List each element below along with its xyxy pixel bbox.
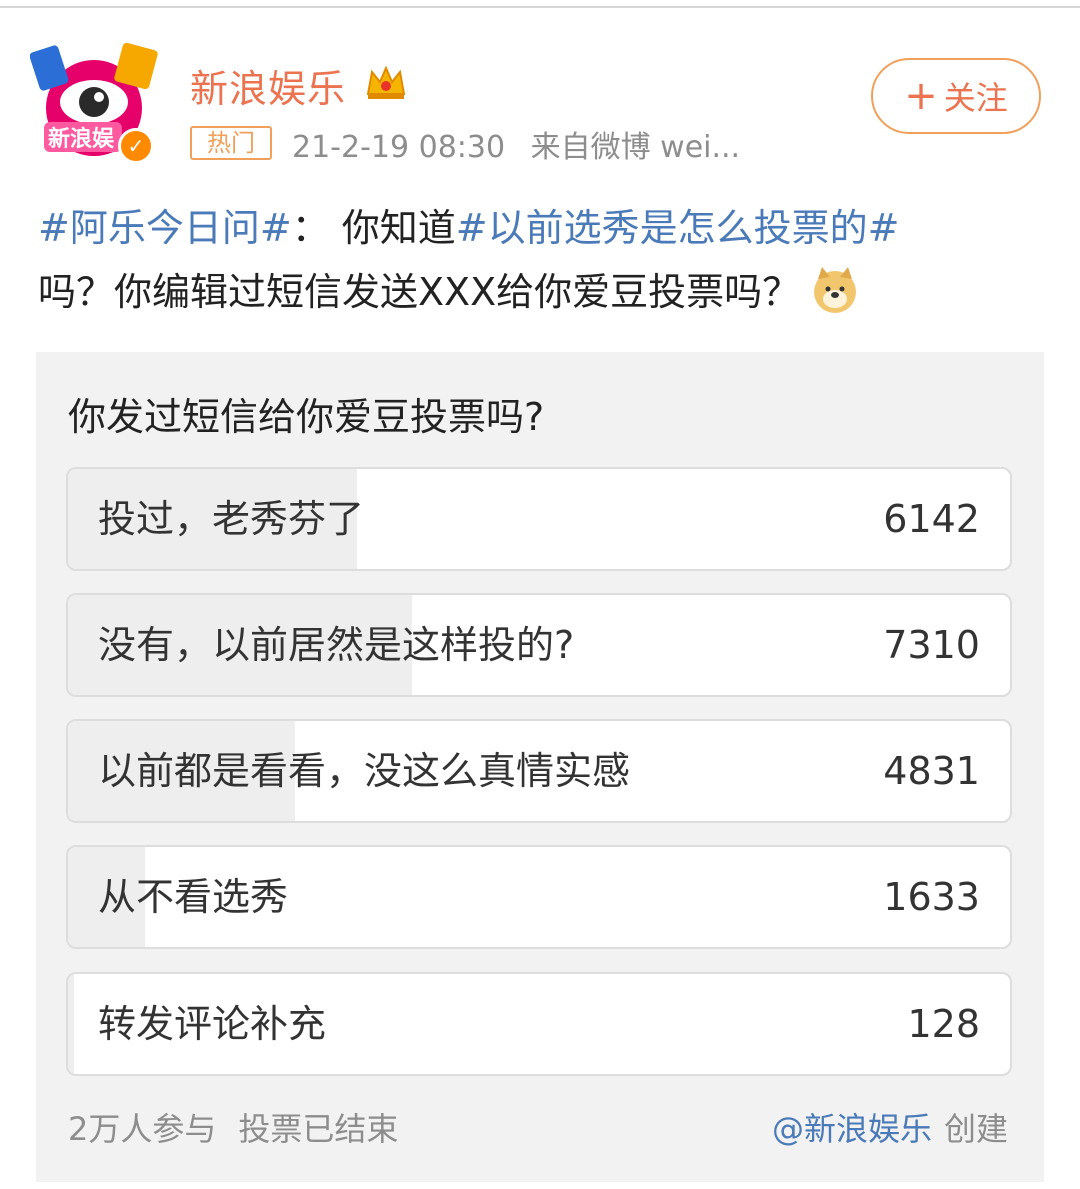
poll-title: 你发过短信给你爱豆投票吗? [68,395,545,439]
username[interactable]: 新浪娱乐 [190,58,346,113]
post-text: #阿乐今日问#： 你知道#以前选秀是怎么投票的# 吗？你编辑过短信发送XXX给你… [38,196,1048,324]
poll-option[interactable]: 没有，以前居然是这样投的? 7310 [66,593,1012,697]
follow-button[interactable]: + 关注 [871,58,1041,134]
post-text-segment: 吗？你编辑过短信发送XXX给你爱豆投票吗？ [38,270,801,314]
poll-status: 投票已结束 [238,1110,399,1148]
poll-option-label: 从不看选秀 [98,875,289,919]
verified-badge-icon: ✓ [118,128,154,164]
hashtag-link[interactable]: #以前选秀是怎么投票的# [456,206,900,250]
created-label: 创建 [943,1110,1008,1148]
poll-option-count: 128 [907,1002,980,1046]
poll-option[interactable]: 转发评论补充 128 [66,972,1012,1076]
poll-option-count: 1633 [883,875,980,919]
poll-option-label: 转发评论补充 [98,1002,327,1046]
crown-icon [366,65,406,99]
plus-icon: + [904,73,938,119]
poll-option-label: 投过，老秀芬了 [98,497,365,541]
poll-footer-stats: 2万人参与 投票已结束 [68,1104,398,1150]
poll-option[interactable]: 投过，老秀芬了 6142 [66,467,1012,571]
follow-label: 关注 [943,79,1008,117]
poll-option[interactable]: 以前都是看看，没这么真情实感 4831 [66,719,1012,823]
participants-count: 2万人参与 [68,1110,217,1148]
creator-link[interactable]: @新浪娱乐 [772,1110,932,1148]
top-divider [0,6,1080,8]
hashtag-link[interactable]: #阿乐今日问# [38,206,292,250]
timestamp: 21-2-19 08:30 [292,130,506,165]
poll-card: 你发过短信给你爱豆投票吗? 投过，老秀芬了 6142 没有，以前居然是这样投的?… [36,352,1044,1182]
poll-option-count: 7310 [883,623,980,667]
hot-badge: 热门 [190,126,272,160]
post-meta: 21-2-19 08:30 来自微博 wei... [292,122,740,166]
poll-creator: @新浪娱乐 创建 [772,1104,1008,1150]
poll-option-label: 没有，以前居然是这样投的? [98,623,575,667]
poll-option-count: 6142 [883,497,980,541]
poll-option-label: 以前都是看看，没这么真情实感 [98,749,631,793]
poll-option-count: 4831 [883,749,980,793]
post-text-segment: ： 你知道 [291,206,456,250]
source-label: 来自微博 wei... [530,130,741,165]
poll-option[interactable]: 从不看选秀 1633 [66,845,1012,949]
poll-option-bar [68,974,74,1074]
svg-text:新浪娱: 新浪娱 [48,126,115,152]
doge-emoji-icon [814,267,857,313]
